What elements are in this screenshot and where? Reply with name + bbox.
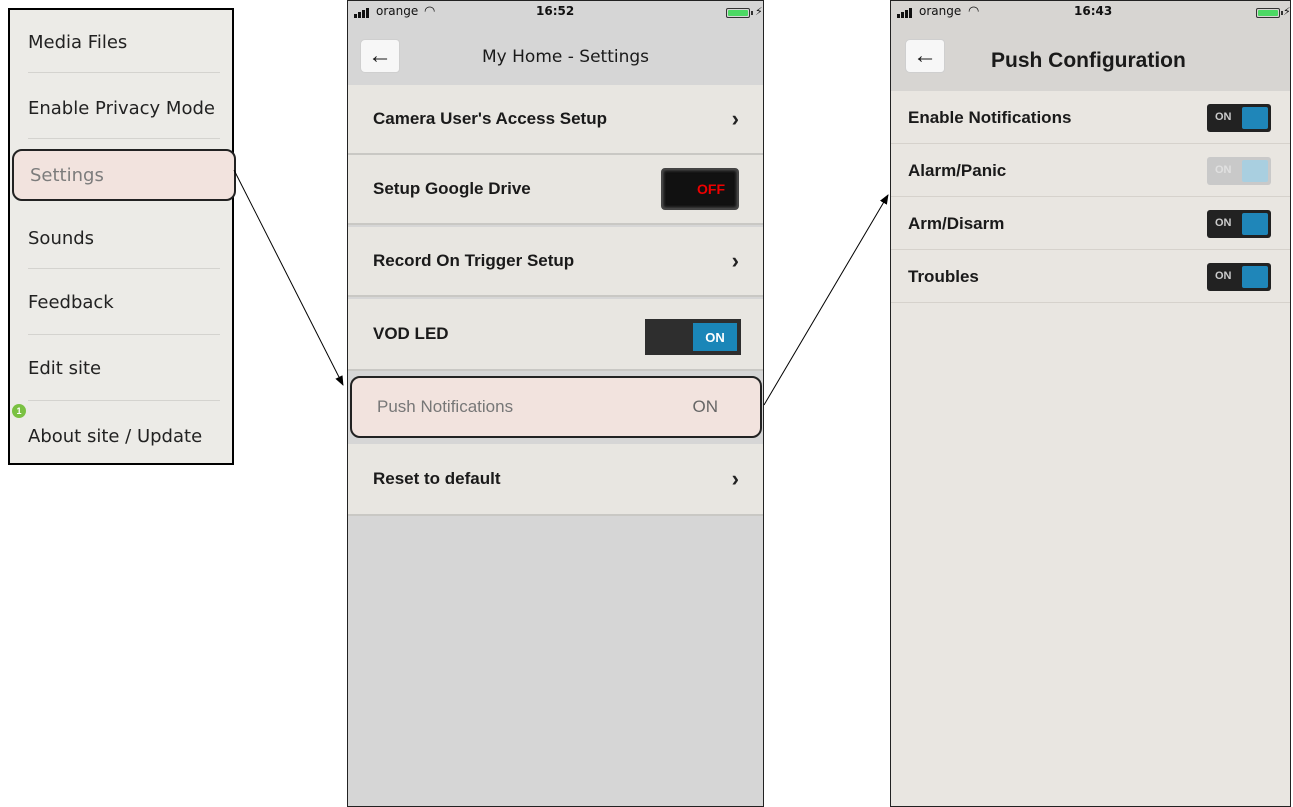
push-notifications-row[interactable]: Push Notifications ON (350, 376, 762, 438)
alarm-panic-toggle[interactable]: ON (1207, 157, 1271, 185)
troubles-toggle[interactable]: ON (1207, 263, 1271, 291)
charging-icon: ⚡ (755, 5, 763, 18)
menu-item-label: Media Files (28, 31, 128, 53)
back-arrow-icon: ← (913, 42, 937, 69)
row-label: Camera User's Access Setup (373, 109, 607, 128)
push-configuration-screen: orange ◠ 16:43 ⚡ ← Push Configuration En… (890, 0, 1291, 807)
status-time: 16:43 (1074, 4, 1113, 18)
push-notifications-value: ON (692, 397, 719, 416)
nav-bar: ← Push Configuration (891, 25, 1290, 91)
chevron-right-icon: › (731, 466, 739, 491)
toggle-label: ON (1215, 270, 1232, 282)
toggle-label: ON (1215, 217, 1232, 229)
nav-bar: ← My Home - Settings (348, 25, 763, 83)
menu-item-sounds[interactable]: Sounds (18, 212, 220, 264)
menu-item-label: Edit site (28, 357, 102, 379)
carrier-name: orange (919, 4, 962, 18)
menu-item-edit-site[interactable]: Edit site (18, 342, 220, 394)
chevron-right-icon: › (731, 248, 739, 273)
toggle-label: ON (693, 323, 737, 351)
charging-icon: ⚡ (1283, 5, 1291, 18)
toggle-label: OFF (697, 181, 725, 197)
status-bar: orange ◠ 16:43 ⚡ (891, 1, 1290, 25)
menu-item-label: Feedback (28, 291, 114, 313)
row-label: Enable Notifications (908, 107, 1072, 127)
back-button[interactable]: ← (905, 39, 945, 73)
chevron-right-icon: › (731, 106, 739, 131)
row-label: Alarm/Panic (908, 160, 1007, 180)
google-drive-row[interactable]: Setup Google Drive OFF (348, 155, 763, 225)
toggle-knob (1242, 107, 1268, 129)
carrier-name: orange (376, 4, 419, 18)
google-drive-toggle[interactable]: OFF (661, 168, 739, 210)
enable-notifications-toggle[interactable]: ON (1207, 104, 1271, 132)
camera-access-setup-row[interactable]: Camera User's Access Setup › (348, 85, 763, 155)
troubles-row: Troubles ON (891, 251, 1290, 303)
wifi-icon: ◠ (424, 4, 436, 19)
arrow-settings-to-push-notifications (233, 169, 344, 386)
row-label: Troubles (908, 266, 979, 286)
toggle-label: ON (1215, 164, 1232, 176)
divider (28, 138, 220, 139)
back-button[interactable]: ← (360, 39, 400, 73)
enable-notifications-row: Enable Notifications ON (891, 92, 1290, 144)
vod-led-toggle[interactable]: ON (645, 319, 741, 355)
row-label: Record On Trigger Setup (373, 251, 575, 270)
menu-item-about-site-update[interactable]: About site / Update (18, 410, 220, 462)
arm-disarm-row: Arm/Disarm ON (891, 198, 1290, 250)
divider (28, 72, 220, 73)
page-title: My Home - Settings (482, 47, 650, 67)
arrow-push-notifications-to-push-configuration (763, 194, 889, 406)
alarm-panic-row: Alarm/Panic ON (891, 145, 1290, 197)
battery-icon (726, 8, 753, 18)
menu-item-label: Enable Privacy Mode (28, 97, 215, 119)
arm-disarm-toggle[interactable]: ON (1207, 210, 1271, 238)
divider (28, 400, 220, 401)
record-trigger-row[interactable]: Record On Trigger Setup › (348, 227, 763, 297)
row-label: VOD LED (373, 324, 449, 343)
menu-item-label: Sounds (28, 227, 95, 249)
menu-item-feedback[interactable]: Feedback (18, 276, 220, 328)
row-label: Setup Google Drive (373, 179, 531, 198)
side-menu: Media Files Enable Privacy Mode Settings… (8, 8, 236, 465)
wifi-icon: ◠ (968, 4, 980, 19)
toggle-knob (1242, 160, 1268, 182)
settings-screen: orange ◠ 16:52 ⚡ ← My Home - Settings Ca… (347, 0, 764, 807)
menu-item-label: Settings (30, 164, 104, 186)
status-bar: orange ◠ 16:52 ⚡ (348, 1, 763, 25)
vod-led-row[interactable]: VOD LED ON (348, 299, 763, 371)
status-time: 16:52 (536, 4, 575, 18)
toggle-knob (1242, 266, 1268, 288)
row-label: Reset to default (373, 469, 501, 488)
page-title: Push Configuration (991, 49, 1186, 72)
divider (28, 268, 220, 269)
divider (28, 334, 220, 335)
row-label: Arm/Disarm (908, 213, 1005, 233)
menu-item-label: About site / Update (28, 425, 203, 447)
toggle-knob (1242, 213, 1268, 235)
signal-icon (354, 7, 374, 18)
battery-icon (1256, 8, 1283, 18)
menu-item-media-files[interactable]: Media Files (18, 16, 220, 68)
menu-item-settings[interactable]: Settings (12, 149, 236, 201)
toggle-label: ON (1215, 111, 1232, 123)
row-label: Push Notifications (377, 397, 514, 416)
menu-item-enable-privacy-mode[interactable]: Enable Privacy Mode (18, 82, 220, 134)
reset-default-row[interactable]: Reset to default › (348, 444, 763, 516)
signal-icon (897, 7, 917, 18)
back-arrow-icon: ← (368, 42, 392, 69)
